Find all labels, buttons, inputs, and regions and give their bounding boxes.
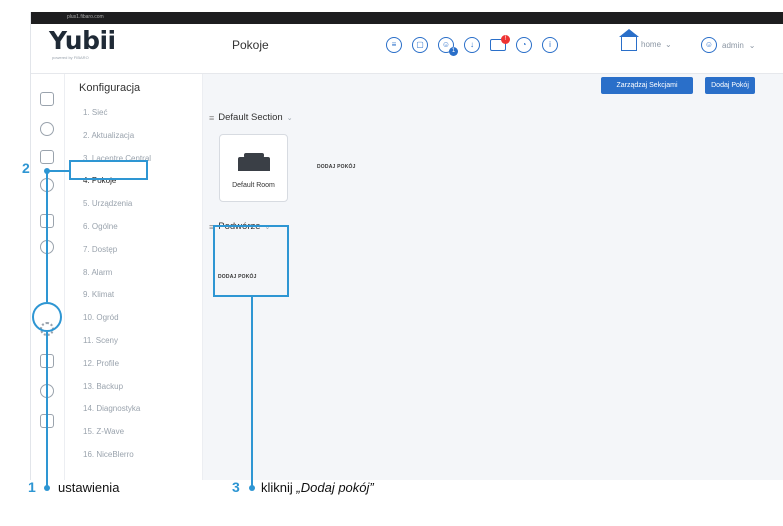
dashboard-icon[interactable]: ◔: [516, 37, 532, 53]
home-label: home: [641, 39, 662, 49]
annotation-number-1: 1: [28, 479, 36, 495]
browser-bar: plus1.fibaro.com: [31, 12, 783, 24]
callout-line-1: [46, 332, 48, 487]
app-screen: plus1.fibaro.com Yubii powered by FIBARO…: [30, 12, 783, 480]
callout-dot-3: [249, 485, 255, 491]
header-icons: ≡ ▢ ☺ ↓ ◔ i: [386, 34, 558, 56]
icon-rail: [31, 74, 65, 480]
sidebar-item-ogolne[interactable]: 6. Ogólne: [83, 220, 151, 243]
chevron-down-icon: ⌄: [665, 39, 672, 49]
sidebar-item-ogrod[interactable]: 10. Ogród: [83, 311, 151, 334]
drag-handle-icon[interactable]: ≡: [209, 113, 214, 123]
sidebar-title: Konfiguracja: [79, 82, 141, 94]
app-logo[interactable]: Yubii: [49, 26, 116, 55]
media-icon[interactable]: [40, 150, 54, 164]
sidebar-item-urzadzenia[interactable]: 5. Urządzenia: [83, 197, 151, 220]
sidebar-item-profile[interactable]: 12. Profile: [83, 357, 151, 380]
user-dropdown[interactable]: ☺ admin ⌄: [701, 37, 756, 53]
sidebar-item-aktualizacja[interactable]: 2. Aktualizacja: [83, 129, 151, 152]
sidebar-item-niceblerro[interactable]: 16. NiceBlerro: [83, 448, 151, 471]
home-icon[interactable]: [40, 92, 54, 106]
bed-icon: [238, 153, 270, 171]
section-name: Default Section: [218, 112, 283, 123]
user-label: admin: [722, 40, 744, 50]
home-dropdown[interactable]: home ⌄: [619, 29, 672, 51]
callout-line-1-upper: [46, 170, 48, 302]
sidebar-item-siec[interactable]: 1. Sieć: [83, 106, 151, 129]
section-header-default[interactable]: ≡ Default Section ⌄: [209, 112, 293, 123]
chevron-down-icon: ⌄: [748, 40, 756, 50]
callout-line-2: [47, 170, 69, 172]
room-card[interactable]: Default Room: [219, 134, 288, 202]
annotation-label-1: ustawienia: [58, 480, 120, 495]
sidebar-item-alarm[interactable]: 8. Alarm: [83, 266, 151, 289]
annotation-text-prefix: kliknij: [261, 480, 297, 495]
highlight-settings: [32, 302, 62, 332]
info-icon[interactable]: i: [542, 37, 558, 53]
sidebar-item-zwave[interactable]: 15. Z-Wave: [83, 425, 151, 448]
tutorial-figure: plus1.fibaro.com Yubii powered by FIBARO…: [0, 0, 783, 526]
mail-icon[interactable]: [490, 35, 510, 51]
page-title: Pokoje: [232, 38, 269, 52]
manage-sections-button[interactable]: Zarządzaj Sekcjami: [601, 77, 693, 94]
chevron-down-icon[interactable]: ⌄: [287, 114, 293, 122]
sidebar-item-backup[interactable]: 13. Backup: [83, 380, 151, 403]
callout-dot-1: [44, 485, 50, 491]
sidebar-item-dostep[interactable]: 7. Dostęp: [83, 243, 151, 266]
annotation-text-italic: „Dodaj pokój”: [296, 480, 374, 495]
annotation-number-2: 2: [22, 160, 30, 176]
users-icon[interactable]: ☺: [438, 37, 458, 56]
sidebar-item-diagnostyka[interactable]: 14. Diagnostyka: [83, 402, 151, 425]
room-name: Default Room: [232, 182, 275, 189]
lock-icon[interactable]: ▢: [412, 37, 428, 53]
config-sidebar: Konfiguracja 1. Sieć 2. Aktualizacja 3. …: [65, 74, 203, 480]
home-icon: [619, 29, 639, 51]
history-icon[interactable]: [40, 122, 54, 136]
user-icon: ☺: [701, 37, 717, 53]
add-room-link[interactable]: DODAJ POKÓJ: [317, 164, 356, 170]
sidebar-item-klimat[interactable]: 9. Klimat: [83, 288, 151, 311]
callout-line-3: [251, 297, 253, 487]
download-icon[interactable]: ↓: [464, 37, 480, 53]
scenes-icon[interactable]: ≡: [386, 37, 402, 53]
logo-subtitle: powered by FIBARO: [52, 55, 89, 60]
browser-url: plus1.fibaro.com: [67, 14, 104, 20]
add-room-button[interactable]: Dodaj Pokój: [705, 77, 755, 94]
rooms-main: Zarządzaj Sekcjami Dodaj Pokój ≡ Default…: [203, 74, 783, 480]
annotation-label-3: kliknij „Dodaj pokój”: [261, 480, 374, 495]
app-header: Yubii powered by FIBARO Pokoje ≡ ▢ ☺ ↓ ◔…: [31, 24, 783, 74]
highlight-pokoje: [69, 160, 148, 180]
annotation-number-3: 3: [232, 479, 240, 495]
sidebar-item-sceny[interactable]: 11. Sceny: [83, 334, 151, 357]
highlight-add-room: [213, 225, 289, 297]
